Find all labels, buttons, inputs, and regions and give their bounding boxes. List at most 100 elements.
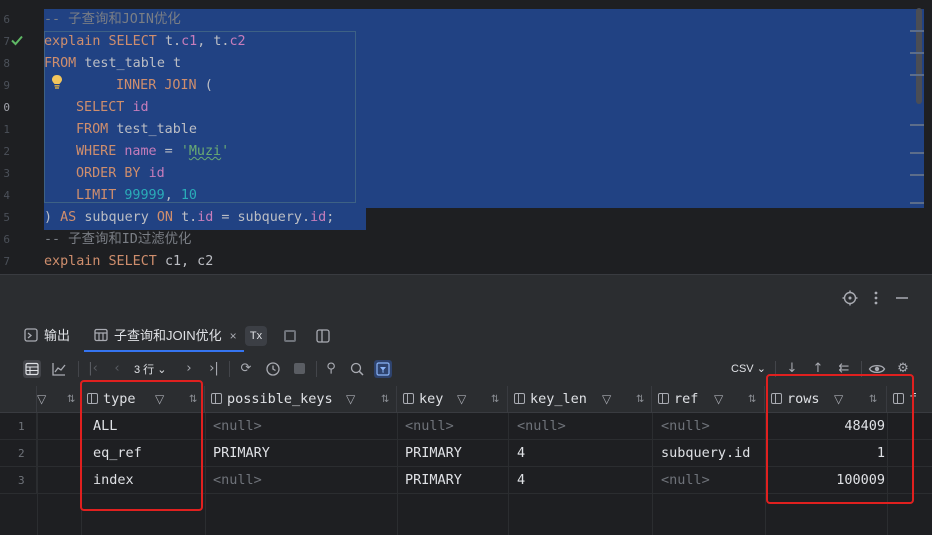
column-header-key[interactable]: key ▽ ⇅ bbox=[397, 386, 508, 413]
sort-icon[interactable]: ⇅ bbox=[748, 386, 756, 413]
code-line: explain SELECT t.c1, t.c2 bbox=[44, 34, 246, 49]
cell-key[interactable]: PRIMARY bbox=[405, 467, 462, 494]
column-icon bbox=[403, 393, 414, 404]
code-line: ORDER BY id bbox=[76, 166, 165, 181]
cell-possible-keys[interactable]: PRIMARY bbox=[213, 440, 270, 467]
cell-key-len[interactable]: <null> bbox=[517, 413, 566, 440]
code-line: WHERE name = 'Muzi' bbox=[76, 144, 230, 159]
code-line: SELECT id bbox=[76, 100, 149, 115]
cell-key[interactable]: <null> bbox=[405, 413, 454, 440]
last-page-icon[interactable]: ›| bbox=[205, 360, 223, 378]
tab-query-result-label: 子查询和JOIN优化 bbox=[114, 328, 222, 343]
filter-icon[interactable]: ▽ bbox=[346, 386, 355, 413]
line-number: 7 bbox=[3, 35, 10, 48]
more-options-icon[interactable] bbox=[868, 290, 884, 306]
table-view-icon[interactable] bbox=[23, 360, 41, 378]
cell-ref[interactable]: <null> bbox=[661, 413, 710, 440]
tab-output[interactable]: 输出 bbox=[24, 320, 70, 352]
sort-icon[interactable]: ⇅ bbox=[67, 386, 75, 413]
code-line: INNER JOIN ( bbox=[116, 78, 213, 93]
row-number: 2 bbox=[0, 440, 37, 467]
transaction-button[interactable]: Tx bbox=[245, 326, 267, 346]
sort-icon[interactable]: ⇅ bbox=[491, 386, 499, 413]
sort-icon[interactable]: ⇅ bbox=[381, 386, 389, 413]
scroll-marker bbox=[910, 202, 924, 204]
services-panel-header bbox=[0, 274, 932, 320]
minimize-icon[interactable] bbox=[894, 290, 910, 306]
column-header-ref[interactable]: ref ▽ ⇅ bbox=[652, 386, 765, 413]
column-header-key-len[interactable]: key_len ▽ ⇅ bbox=[508, 386, 652, 413]
filter-icon[interactable]: ▽ bbox=[457, 386, 466, 413]
annotation-box-type-column bbox=[80, 380, 203, 511]
row-count-selector[interactable]: 3 行 ⌄ bbox=[134, 361, 166, 377]
refresh-icon[interactable]: ⟳ bbox=[237, 360, 255, 378]
line-number: 3 bbox=[3, 167, 10, 180]
cell-key-len[interactable]: 4 bbox=[517, 440, 525, 467]
filter-view-icon[interactable] bbox=[374, 360, 392, 378]
line-number: 7 bbox=[3, 255, 10, 268]
cell-ref[interactable]: <null> bbox=[661, 467, 710, 494]
scroll-marker bbox=[910, 124, 924, 126]
line-number: 4 bbox=[3, 189, 10, 202]
filter-icon[interactable]: ▽ bbox=[602, 386, 611, 413]
cell-possible-keys[interactable]: <null> bbox=[213, 413, 262, 440]
history-clock-icon[interactable] bbox=[264, 360, 282, 378]
filter-icon[interactable]: ▽ bbox=[714, 386, 723, 413]
column-header-possible-keys[interactable]: possible_keys ▽ ⇅ bbox=[205, 386, 397, 413]
cell-possible-keys[interactable]: <null> bbox=[213, 467, 262, 494]
row-number-header bbox=[0, 386, 37, 413]
code-comment: -- 子查询和ID过滤优化 bbox=[44, 232, 192, 247]
column-header-hidden[interactable]: ▽ ⇅ bbox=[37, 386, 81, 413]
code-line: ) AS subquery ON t.id = subquery.id; bbox=[44, 210, 335, 225]
toolbar-separator bbox=[316, 361, 317, 377]
line-number: 5 bbox=[3, 211, 10, 224]
column-icon bbox=[211, 393, 222, 404]
cell-key[interactable]: PRIMARY bbox=[405, 440, 462, 467]
cell-ref[interactable]: subquery.id bbox=[661, 440, 750, 467]
stop-query-icon[interactable] bbox=[290, 360, 308, 378]
pin-icon[interactable]: ⚲ bbox=[322, 360, 340, 378]
column-icon bbox=[658, 393, 669, 404]
filter-icon[interactable]: ▽ bbox=[37, 386, 46, 413]
line-number: 2 bbox=[3, 145, 10, 158]
column-icon bbox=[514, 393, 525, 404]
next-page-icon[interactable]: › bbox=[180, 360, 198, 378]
stop-icon[interactable] bbox=[284, 330, 296, 342]
scroll-marker bbox=[910, 152, 924, 154]
search-icon[interactable] bbox=[348, 360, 366, 378]
chart-view-icon[interactable] bbox=[50, 360, 68, 378]
first-page-icon[interactable]: |‹ bbox=[84, 360, 102, 378]
close-tab-icon[interactable]: × bbox=[230, 329, 237, 343]
cell-key-len[interactable]: 4 bbox=[517, 467, 525, 494]
chevron-down-icon: ⌄ bbox=[756, 363, 766, 375]
previous-page-icon[interactable]: ‹ bbox=[108, 360, 126, 378]
sort-icon[interactable]: ⇅ bbox=[636, 386, 644, 413]
code-line: FROM test_table bbox=[76, 122, 197, 137]
line-number: 0 bbox=[3, 101, 10, 114]
row-number: 1 bbox=[0, 413, 37, 440]
code-line: LIMIT 99999, 10 bbox=[76, 188, 197, 203]
line-number: 8 bbox=[3, 57, 10, 70]
annotation-box-rows-column bbox=[766, 374, 914, 504]
code-area[interactable]: -- 子查询和JOIN优化 explain SELECT t.c1, t.c2 … bbox=[34, 0, 924, 274]
scroll-marker bbox=[910, 174, 924, 176]
editor-scrollbar[interactable] bbox=[916, 8, 922, 104]
line-number: 6 bbox=[3, 233, 10, 246]
crosshair-icon[interactable] bbox=[842, 290, 858, 306]
line-number: 1 bbox=[3, 123, 10, 136]
chevron-down-icon: ⌄ bbox=[157, 364, 167, 376]
execution-success-check-icon bbox=[11, 35, 23, 46]
scroll-marker bbox=[910, 30, 924, 32]
sql-editor[interactable]: 6 7 8 9 0 1 2 3 4 5 6 7 -- 子查询和JOIN优化 ex… bbox=[0, 0, 932, 274]
code-line: explain SELECT c1, c2 bbox=[44, 254, 214, 269]
export-format-selector[interactable]: CSV ⌄ bbox=[731, 362, 766, 375]
output-icon bbox=[24, 328, 38, 342]
layout-icon[interactable] bbox=[316, 329, 330, 343]
code-comment: -- 子查询和JOIN优化 bbox=[44, 12, 181, 27]
row-number: 3 bbox=[0, 467, 37, 494]
tab-query-result[interactable]: 子查询和JOIN优化 × bbox=[94, 320, 237, 352]
code-line: FROM test_table t bbox=[44, 56, 182, 71]
table-icon bbox=[94, 328, 108, 342]
tab-output-label: 输出 bbox=[44, 328, 71, 343]
lightbulb-icon[interactable] bbox=[50, 74, 64, 90]
